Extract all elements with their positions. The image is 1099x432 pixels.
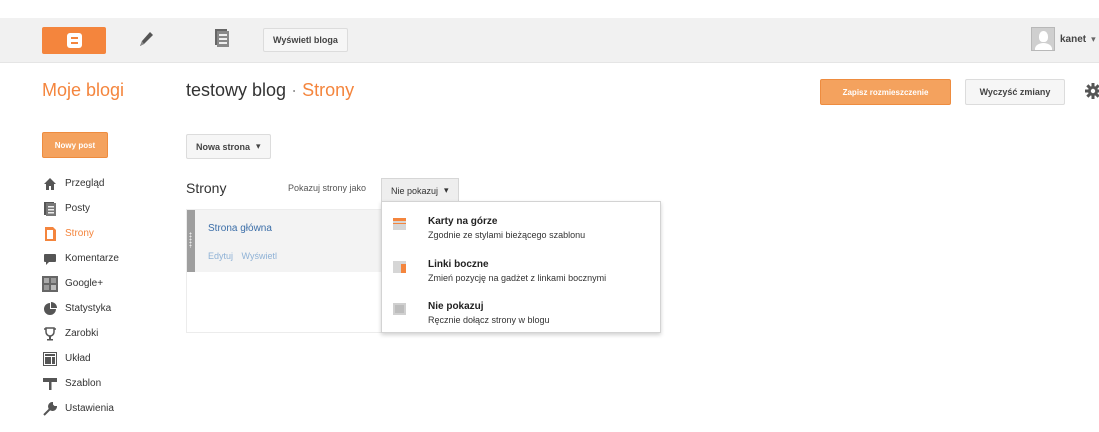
sidebar-item-label: Statystyka [65, 303, 112, 314]
my-blogs-link[interactable]: Moje blogi [42, 80, 124, 101]
save-arrangement-button[interactable]: Zapisz rozmieszczenie [820, 79, 951, 105]
section-name: Strony [302, 80, 355, 100]
sidebar-item-label: Ustawienia [65, 403, 114, 414]
page-name-link[interactable]: Strona główna [208, 223, 272, 234]
posts-icon [42, 201, 58, 217]
sidebar-item-stats[interactable]: Statystyka [42, 296, 119, 321]
sidebar-item-layout[interactable]: Układ [42, 346, 119, 371]
sidebar-item-google-plus[interactable]: Google+ [42, 271, 119, 296]
sidebar-item-label: Komentarze [65, 253, 119, 264]
new-page-button[interactable]: Nowa strona ▾ [186, 134, 271, 159]
list-item[interactable]: Strona główna Edytuj Wyświetl [187, 210, 382, 272]
menu-item-tabs-top[interactable]: Karty na górze Zgodnie ze stylami bieżąc… [382, 206, 660, 246]
top-toolbar [0, 18, 1099, 63]
chevron-down-icon: ▾ [256, 141, 261, 151]
tabs-top-icon [393, 218, 406, 230]
trophy-icon [42, 326, 58, 342]
new-post-button[interactable]: Nowy post [42, 132, 108, 158]
comment-icon [42, 251, 58, 267]
blogger-logo-icon [66, 33, 82, 48]
template-icon [42, 376, 58, 392]
edit-link[interactable]: Edytuj [208, 251, 233, 261]
show-pages-as-label: Pokazuj strony jako [288, 183, 367, 193]
view-blog-button[interactable]: Wyświetl bloga [263, 28, 348, 52]
side-links-icon [393, 261, 406, 273]
sidebar-item-earnings[interactable]: Zarobki [42, 321, 119, 346]
blogger-logo-button[interactable] [42, 27, 106, 54]
menu-item-side-links[interactable]: Linki boczne Zmień pozycję na gadżet z l… [382, 249, 660, 289]
google-plus-icon [42, 275, 58, 292]
sidebar-item-label: Szablon [65, 378, 102, 389]
pages-icon[interactable] [214, 28, 230, 48]
page-actions: Edytuj Wyświetl [208, 251, 277, 261]
page-list: Strona główna Edytuj Wyświetl [186, 209, 391, 333]
sidebar-item-label: Posty [65, 203, 91, 214]
drag-handle[interactable] [189, 232, 192, 248]
show-pages-menu: Karty na górze Zgodnie ze stylami bieżąc… [381, 201, 661, 333]
sidebar-nav: Przegląd Posty Strony Komentarze Google+… [42, 171, 119, 421]
view-link[interactable]: Wyświetl [242, 251, 277, 261]
page-title: testowy blog · Strony [186, 80, 354, 101]
home-icon [42, 176, 58, 192]
menu-item-description: Zmień pozycję na gadżet z linkami boczny… [428, 273, 607, 283]
menu-item-title: Linki boczne [428, 259, 489, 270]
sidebar-item-label: Strony [65, 228, 94, 239]
wrench-icon [42, 401, 58, 417]
menu-item-hidden[interactable]: Nie pokazuj Ręcznie dołącz strony w blog… [382, 291, 660, 331]
clear-changes-button[interactable]: Wyczyść zmiany [965, 79, 1065, 105]
sidebar-item-template[interactable]: Szablon [42, 371, 119, 396]
chevron-down-icon: ▾ [444, 185, 449, 195]
hidden-icon [393, 303, 406, 315]
show-pages-as-dropdown[interactable]: Nie pokazuj ▾ [381, 178, 459, 202]
sidebar-item-overview[interactable]: Przegląd [42, 171, 119, 196]
show-pages-as-value: Nie pokazuj [391, 185, 439, 196]
sidebar-item-comments[interactable]: Komentarze [42, 246, 119, 271]
new-page-label: Nowa strona [196, 141, 251, 152]
avatar [1031, 27, 1055, 51]
sidebar-item-label: Układ [65, 353, 91, 364]
user-menu[interactable]: kanet ▾ [1031, 27, 1096, 51]
username: kanet [1060, 33, 1087, 45]
pages-icon [42, 226, 58, 242]
title-separator: · [291, 80, 298, 100]
pages-heading: Strony [186, 180, 227, 196]
pie-chart-icon [42, 301, 58, 317]
sidebar-item-label: Zarobki [65, 328, 99, 339]
menu-item-description: Zgodnie ze stylami bieżącego szablonu [428, 230, 586, 240]
chevron-down-icon: ▾ [1091, 33, 1096, 44]
blog-name: testowy blog [186, 80, 287, 100]
menu-item-title: Karty na górze [428, 216, 498, 227]
menu-item-description: Ręcznie dołącz strony w blogu [428, 315, 550, 325]
layout-icon [42, 351, 58, 367]
sidebar-item-settings[interactable]: Ustawienia [42, 396, 119, 421]
menu-item-title: Nie pokazuj [428, 301, 484, 312]
gear-icon[interactable] [1084, 82, 1099, 100]
pencil-icon[interactable] [136, 28, 156, 50]
sidebar-item-label: Google+ [65, 278, 104, 289]
sidebar-item-pages[interactable]: Strony [42, 221, 119, 246]
sidebar-item-posts[interactable]: Posty [42, 196, 119, 221]
sidebar-item-label: Przegląd [65, 178, 105, 189]
